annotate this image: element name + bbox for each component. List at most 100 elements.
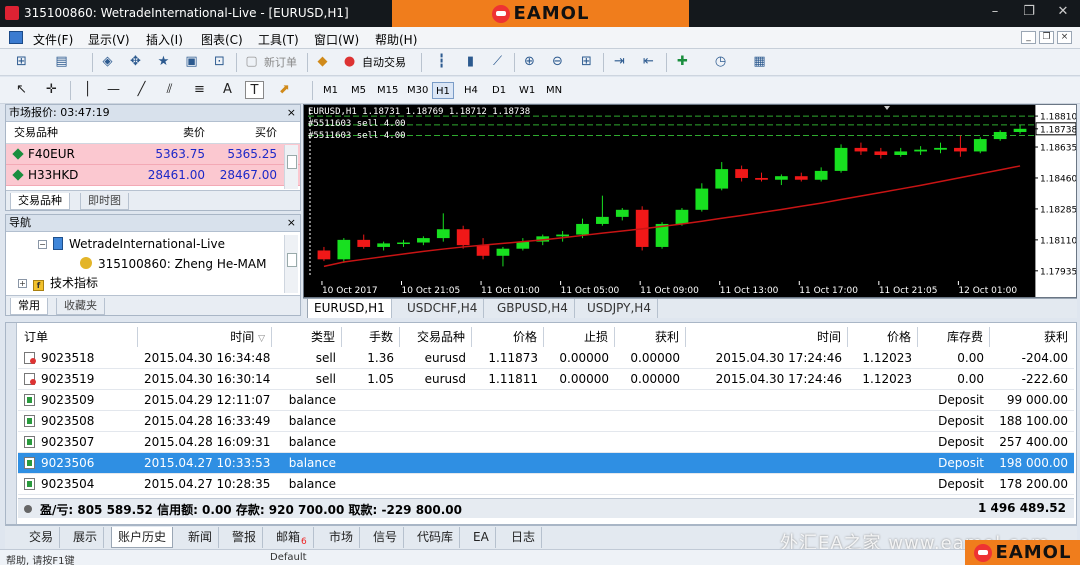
- cursor-button[interactable]: ↖: [12, 81, 31, 99]
- candlestick-chart[interactable]: 1.18810 1.18738 1.18635 1.18460 1.18285 1.181…: [304, 105, 1076, 297]
- zoom-out-button[interactable]: ⊖: [548, 53, 567, 71]
- tab-experts[interactable]: EA: [467, 527, 496, 548]
- horizontal-line-button[interactable]: —: [104, 81, 123, 99]
- price-chart[interactable]: 1.18810 1.18738 1.18635 1.18460 1.18285 1.181…: [303, 104, 1077, 298]
- tab-alerts[interactable]: 警报: [226, 527, 264, 548]
- auto-scroll-button[interactable]: ⇤: [639, 53, 658, 71]
- menu-charts[interactable]: 图表(C): [201, 31, 243, 48]
- column-sl[interactable]: 止损: [544, 327, 615, 347]
- timeframe-mn[interactable]: MN: [543, 82, 565, 99]
- timeframe-w1[interactable]: W1: [516, 82, 538, 99]
- arrows-button[interactable]: ⬈: [275, 81, 294, 99]
- scrollbar-thumb[interactable]: [287, 253, 297, 267]
- indicators-button[interactable]: ✚: [673, 53, 692, 71]
- label-tool-button[interactable]: T: [245, 81, 264, 99]
- bar-chart-button[interactable]: ┇: [432, 53, 451, 71]
- auto-trading-icon-button[interactable]: ●: [340, 53, 359, 71]
- timeframe-h1[interactable]: H1: [432, 82, 454, 99]
- close-button[interactable]: ✕: [1050, 3, 1076, 22]
- column-ask[interactable]: 买价: [205, 122, 283, 143]
- tab-exposure[interactable]: 展示: [67, 527, 105, 548]
- scrollbar-thumb[interactable]: [287, 155, 297, 169]
- chart-shift-button[interactable]: ⇥: [610, 53, 629, 71]
- menu-file[interactable]: 文件(F): [33, 31, 73, 48]
- tab-trade[interactable]: 交易: [23, 527, 61, 548]
- menu-tools[interactable]: 工具(T): [258, 31, 299, 48]
- chart-tab-gbpusd[interactable]: GBPUSD,H4: [491, 299, 575, 318]
- column-order[interactable]: 订单: [18, 327, 138, 347]
- vertical-line-button[interactable]: │: [78, 81, 97, 99]
- table-row[interactable]: 9023508 2015.04.28 16:33:49 balance Deposit…: [18, 411, 1074, 432]
- meta-editor-button[interactable]: ◆: [313, 53, 332, 71]
- column-close-price[interactable]: 价格: [848, 327, 918, 347]
- tab-common[interactable]: 常用: [10, 298, 48, 315]
- terminal-button[interactable]: ▣: [182, 53, 201, 71]
- column-symbol[interactable]: 交易品种: [400, 327, 472, 347]
- data-window-button[interactable]: ★: [154, 53, 173, 71]
- menu-view[interactable]: 显示(V): [88, 31, 130, 48]
- column-price[interactable]: 价格: [472, 327, 544, 347]
- table-row[interactable]: 9023518 2015.04.30 16:34:48 sell 1.36 eurusd…: [18, 348, 1074, 369]
- navigator-scrollbar[interactable]: [284, 235, 298, 293]
- chart-window-icon[interactable]: [9, 31, 23, 44]
- nav-account[interactable]: 315100860: Zheng He-MAM: [80, 255, 266, 273]
- timeframe-m30[interactable]: M30: [404, 82, 431, 99]
- crosshair-button[interactable]: ✛: [42, 81, 61, 99]
- line-chart-button[interactable]: ⟋: [488, 53, 507, 71]
- trendline-button[interactable]: ╱: [132, 81, 151, 99]
- timeframe-h4[interactable]: H4: [461, 82, 481, 99]
- maximize-button[interactable]: ❐: [1016, 3, 1042, 22]
- chart-tab-eurusd[interactable]: EURUSD,H1: [307, 299, 392, 318]
- column-type[interactable]: 类型: [272, 327, 342, 347]
- expand-icon[interactable]: +: [18, 279, 27, 288]
- tab-account-history[interactable]: 账户历史: [111, 527, 174, 548]
- table-row[interactable]: 9023504 2015.04.27 10:28:35 balance Deposit…: [18, 474, 1074, 495]
- column-tp[interactable]: 获利: [615, 327, 686, 347]
- minimize-button[interactable]: –: [982, 3, 1008, 22]
- timeframe-m15[interactable]: M15: [374, 82, 401, 99]
- candlestick-button[interactable]: ▮: [461, 53, 480, 71]
- new-chart-button[interactable]: ⊞: [12, 53, 31, 71]
- timeframe-m1[interactable]: M1: [320, 82, 341, 99]
- strategy-tester-button[interactable]: ⊡: [210, 53, 229, 71]
- timeframe-d1[interactable]: D1: [489, 82, 509, 99]
- column-swap[interactable]: 库存费: [918, 327, 990, 347]
- tab-symbols[interactable]: 交易品种: [10, 193, 70, 210]
- menu-insert[interactable]: 插入(I): [146, 31, 183, 48]
- column-bid[interactable]: 卖价: [131, 122, 205, 143]
- mdi-minimize-button[interactable]: _: [1021, 31, 1036, 44]
- tab-journal[interactable]: 日志: [505, 527, 543, 548]
- auto-trading-button[interactable]: 自动交易: [362, 54, 406, 71]
- chart-tab-usdchf[interactable]: USDCHF,H4: [401, 299, 485, 318]
- tab-news[interactable]: 新闻: [182, 527, 220, 548]
- periods-button[interactable]: ◷: [711, 53, 730, 71]
- chart-tab-usdjpy[interactable]: USDJPY,H4: [581, 299, 658, 318]
- tile-windows-button[interactable]: ⊞: [577, 53, 596, 71]
- column-lots[interactable]: 手数: [342, 327, 400, 347]
- menu-window[interactable]: 窗口(W): [314, 31, 359, 48]
- channel-button[interactable]: ⫽: [160, 81, 179, 99]
- navigator-button[interactable]: ✥: [126, 53, 145, 71]
- tab-tick-chart[interactable]: 即时图: [80, 193, 129, 210]
- tab-favorites[interactable]: 收藏夹: [56, 298, 105, 315]
- column-symbol[interactable]: 交易品种: [6, 122, 131, 143]
- column-time[interactable]: 时间 ▽: [138, 327, 272, 347]
- new-order-icon-button[interactable]: ▢: [242, 53, 261, 71]
- market-watch-row[interactable]: F40EUR 5363.75 5365.25: [6, 144, 300, 165]
- tab-code-base[interactable]: 代码库: [411, 527, 461, 548]
- close-icon[interactable]: ×: [287, 105, 296, 121]
- text-tool-button[interactable]: A: [218, 81, 237, 99]
- fibonacci-button[interactable]: ≡: [190, 81, 209, 99]
- table-row[interactable]: 9023507 2015.04.28 16:09:31 balance Deposit…: [18, 432, 1074, 453]
- zoom-in-button[interactable]: ⊕: [520, 53, 539, 71]
- nav-server[interactable]: − WetradeInternational-Live: [38, 235, 225, 253]
- collapse-icon[interactable]: −: [38, 240, 47, 249]
- timeframe-m5[interactable]: M5: [348, 82, 369, 99]
- tab-market[interactable]: 市场: [323, 527, 361, 548]
- column-close-time[interactable]: 时间: [686, 327, 848, 347]
- tab-mailbox[interactable]: 邮箱6: [270, 527, 314, 548]
- market-watch-scrollbar[interactable]: [284, 145, 298, 189]
- new-order-button[interactable]: 新订单: [264, 54, 297, 71]
- nav-indicators[interactable]: + f 技术指标: [18, 274, 98, 292]
- mdi-restore-button[interactable]: ❐: [1039, 31, 1054, 44]
